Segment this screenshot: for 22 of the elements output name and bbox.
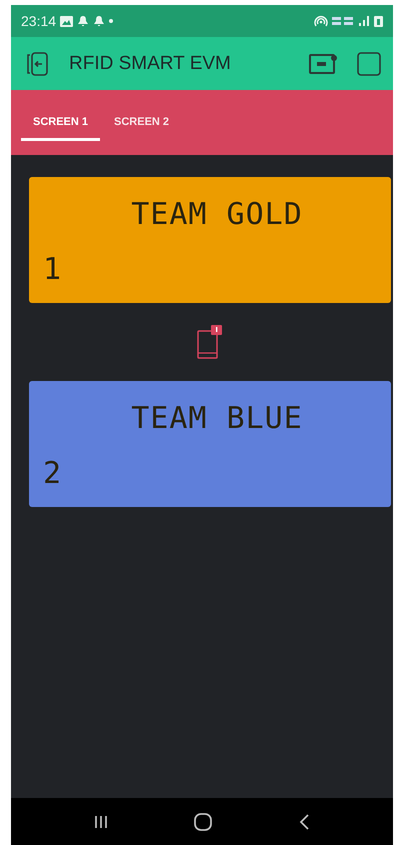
bell-icon: [77, 15, 90, 27]
screen-tab[interactable]: SCREEN 1: [21, 104, 100, 141]
lcd-line: 1: [43, 252, 62, 287]
image-icon: [60, 16, 74, 26]
device-icon[interactable]: [309, 52, 337, 74]
exit-icon[interactable]: [25, 50, 49, 76]
status-time: 23:14: [21, 13, 56, 29]
battery-icon: [374, 15, 383, 27]
back-icon[interactable]: [298, 814, 310, 830]
lcd-line: 2: [43, 456, 62, 491]
signal-icon: [358, 16, 370, 26]
screen-tab[interactable]: SCREEN 2: [102, 104, 182, 141]
dot-icon: [109, 19, 114, 23]
phone-alert-icon: [197, 325, 223, 359]
app-title: RFID SMART EVM: [69, 52, 232, 74]
bell-icon: [93, 15, 106, 27]
lcd-line: TEAM GOLD: [131, 197, 303, 232]
recent-apps-icon[interactable]: [94, 814, 108, 828]
square-icon[interactable]: [357, 52, 381, 76]
lcd-line: TEAM BLUE: [131, 401, 303, 436]
hotspot-icon: [314, 15, 328, 27]
home-icon[interactable]: [194, 812, 212, 830]
